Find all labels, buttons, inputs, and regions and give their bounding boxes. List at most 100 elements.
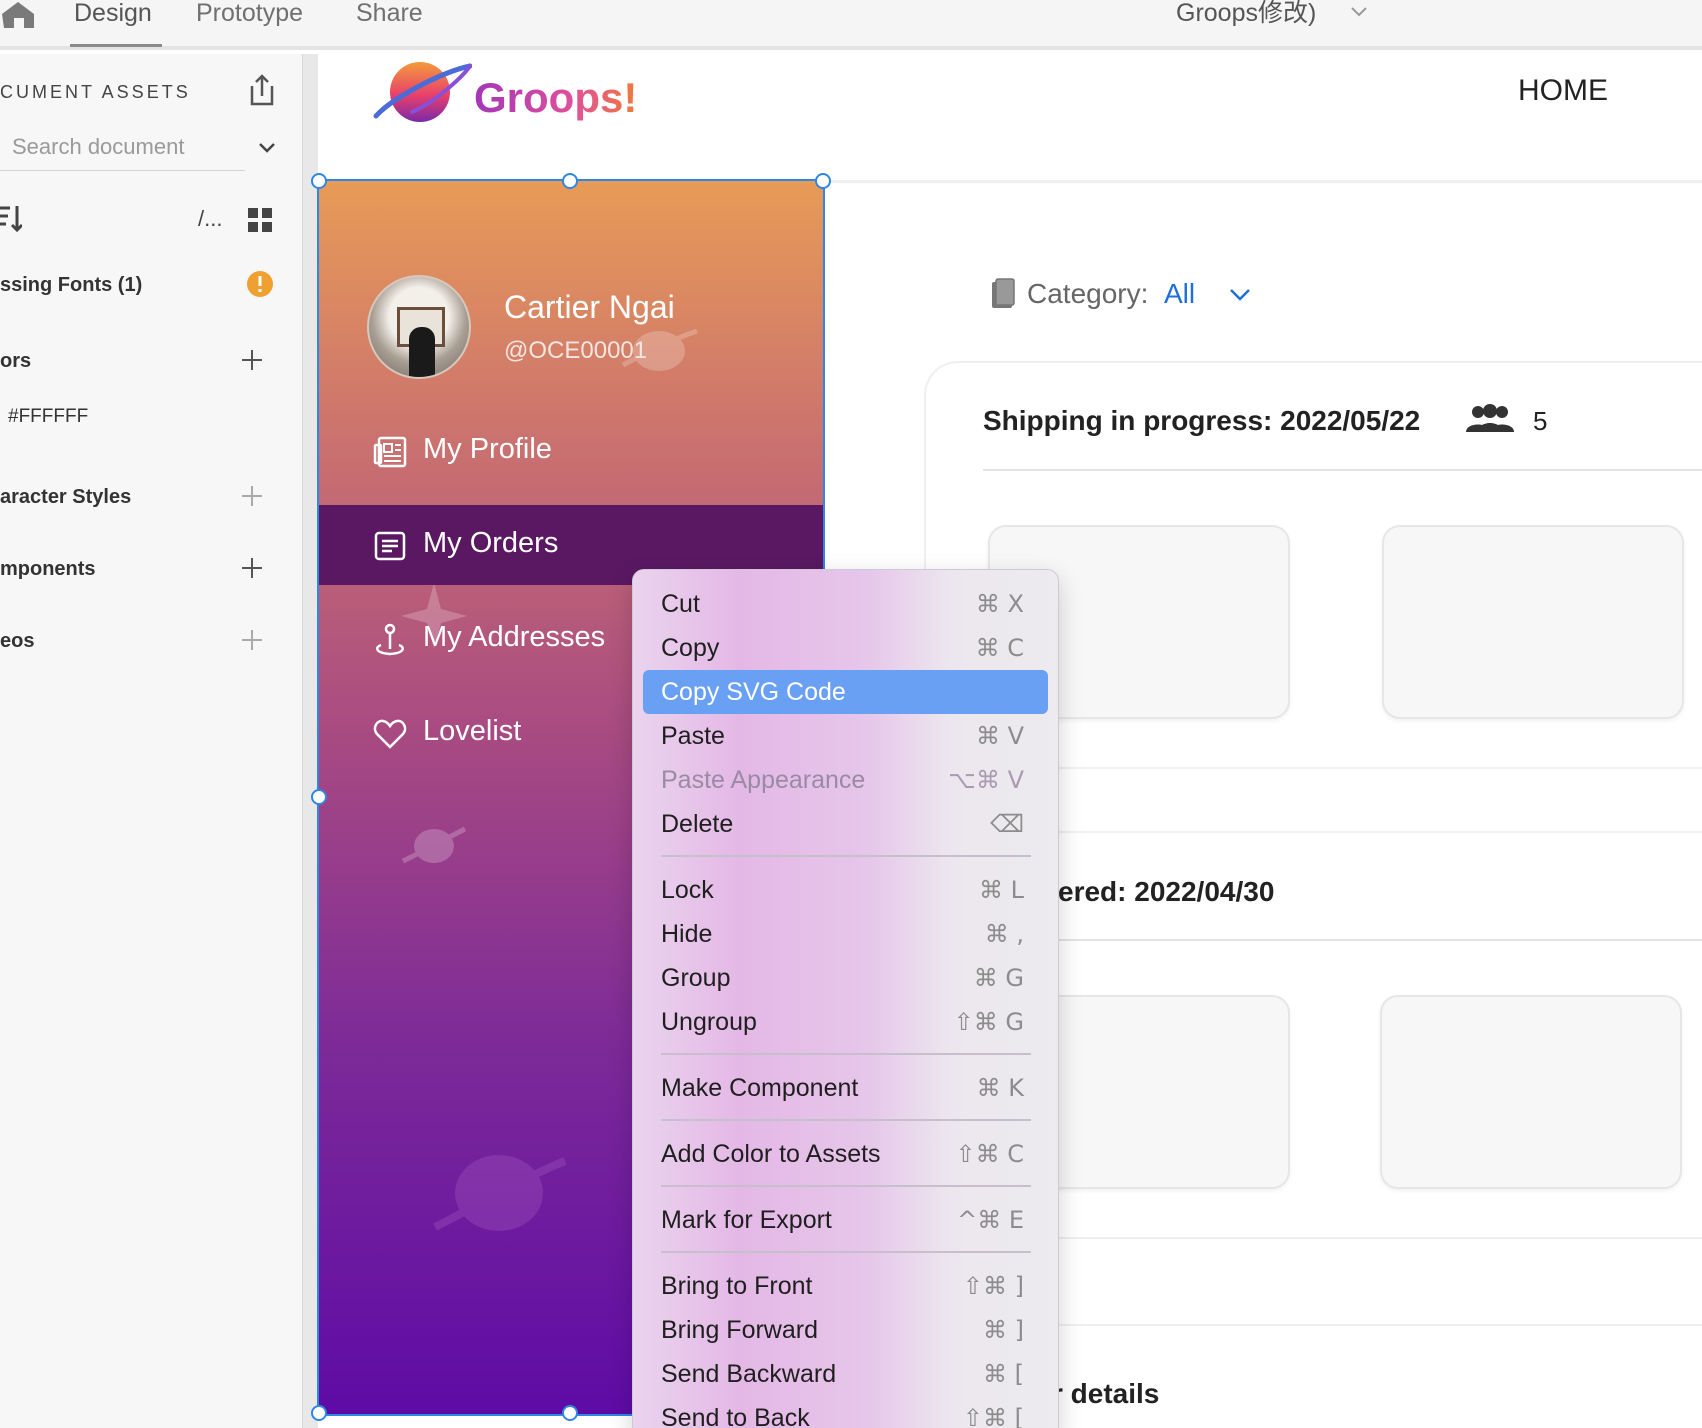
tab-design[interactable]: Design <box>74 0 152 26</box>
category-label: Category: <box>1027 278 1149 309</box>
menu-item-lock[interactable]: Lock ⌘ L <box>643 868 1048 912</box>
add-video-icon[interactable] <box>240 628 264 652</box>
profile-name: Cartier Ngai <box>504 289 675 325</box>
menu-item-label: Lock <box>661 876 714 904</box>
menu-item-cut[interactable]: Cut ⌘ X <box>643 582 1048 626</box>
chevron-down-icon[interactable] <box>1229 288 1251 302</box>
menu-item-bring-to-front[interactable]: Bring to Front ⇧⌘ ] <box>643 1264 1048 1308</box>
missing-fonts-label[interactable]: ssing Fonts (1) <box>0 274 142 297</box>
menu-item-label: Cut <box>661 590 700 618</box>
warning-icon <box>247 271 273 297</box>
planet-decoration-icon <box>433 1155 567 1231</box>
context-menu: Cut ⌘ X Copy ⌘ C Copy SVG Code Paste ⌘ V… <box>632 569 1059 1428</box>
menu-separator <box>661 1185 1031 1187</box>
panel-divider[interactable] <box>302 54 318 1428</box>
menu-shortcut: ^⌘ E <box>957 1206 1024 1234</box>
divider <box>983 469 1702 471</box>
menu-item-make-component[interactable]: Make Component ⌘ K <box>643 1066 1048 1110</box>
add-color-icon[interactable] <box>240 348 264 372</box>
menu-item-label: Mark for Export <box>661 1206 832 1234</box>
menu-item-label: Add Color to Assets <box>661 1140 881 1168</box>
color-swatch-label[interactable]: #FFFFFF <box>8 406 88 428</box>
menu-item-label: Paste Appearance <box>661 766 866 794</box>
menu-item-label: Ungroup <box>661 1008 757 1036</box>
location-pin-icon <box>376 623 404 656</box>
product-thumbnail[interactable] <box>1382 525 1684 719</box>
videos-section-label: eos <box>0 630 35 652</box>
menu-item-send-to-back[interactable]: Send to Back ⇧⌘ [ <box>643 1396 1048 1428</box>
selection-handle[interactable] <box>311 789 327 805</box>
add-character-style-icon[interactable] <box>240 484 264 508</box>
menu-item-label: Hide <box>661 920 713 948</box>
menu-item-delete[interactable]: Delete ⌫ <box>643 802 1048 846</box>
menu-item-label: Delete <box>661 810 734 838</box>
divider <box>1058 939 1702 941</box>
menu-item-mark-for-export[interactable]: Mark for Export ^⌘ E <box>643 1198 1048 1242</box>
search-input[interactable]: Search document <box>12 134 184 160</box>
active-tab-indicator <box>70 44 162 47</box>
tab-share[interactable]: Share <box>356 0 423 26</box>
document-title[interactable]: Groops修改) <box>1176 0 1316 26</box>
header-divider <box>820 180 1702 183</box>
menu-item-label: Copy SVG Code <box>661 678 846 706</box>
menu-separator <box>661 1119 1031 1121</box>
book-icon <box>992 278 1015 308</box>
chevron-down-icon[interactable] <box>258 142 276 154</box>
menu-shortcut: ⌥⌘ V <box>948 766 1024 794</box>
avatar[interactable] <box>367 275 471 379</box>
export-icon[interactable] <box>248 74 276 106</box>
search-underline <box>0 170 245 171</box>
menu-separator <box>661 1251 1031 1253</box>
category-select[interactable]: All <box>1164 278 1195 310</box>
add-component-icon[interactable] <box>240 556 264 580</box>
nav-home-link[interactable]: HOME <box>1518 74 1608 108</box>
assets-panel: CUMENT ASSETS Search document /... ssing… <box>0 54 302 1428</box>
grid-view-icon[interactable] <box>248 208 272 232</box>
people-icon <box>1466 404 1514 432</box>
menu-item-bring-forward[interactable]: Bring Forward ⌘ ] <box>643 1308 1048 1352</box>
menu-item-label: Bring to Front <box>661 1272 813 1300</box>
menu-item-paste[interactable]: Paste ⌘ V <box>643 714 1048 758</box>
home-icon[interactable] <box>0 0 40 28</box>
menu-item-copy[interactable]: Copy ⌘ C <box>643 626 1048 670</box>
tab-prototype[interactable]: Prototype <box>196 0 303 26</box>
selection-handle[interactable] <box>562 1405 578 1421</box>
menu-item-send-backward[interactable]: Send Backward ⌘ [ <box>643 1352 1048 1396</box>
selection-handle[interactable] <box>311 1405 327 1421</box>
menu-item-label: Paste <box>661 722 725 750</box>
menu-separator <box>661 855 1031 857</box>
product-thumbnail[interactable] <box>1380 995 1682 1189</box>
menu-shortcut: ⌘ L <box>979 876 1024 904</box>
top-toolbar: Design Prototype Share Groops修改) <box>0 0 1702 50</box>
menu-item-add-color-to-assets[interactable]: Add Color to Assets ⇧⌘ C <box>643 1132 1048 1176</box>
selection-handle[interactable] <box>311 173 327 189</box>
menu-item-ungroup[interactable]: Ungroup ⇧⌘ G <box>643 1000 1048 1044</box>
menu-item-paste-appearance: Paste Appearance ⌥⌘ V <box>643 758 1048 802</box>
menu-shortcut: ⇧⌘ ] <box>962 1272 1024 1300</box>
menu-item-label: Send Backward <box>661 1360 837 1388</box>
sort-icon[interactable] <box>0 204 22 234</box>
menu-shortcut: ⌘ C <box>975 634 1024 662</box>
menu-shortcut: ⇧⌘ G <box>953 1008 1024 1036</box>
path-label[interactable]: /... <box>198 206 222 232</box>
heart-icon <box>373 719 407 749</box>
menu-separator <box>661 1053 1031 1055</box>
selection-handle[interactable] <box>815 173 831 189</box>
order-details-link[interactable]: r details <box>1052 1378 1159 1410</box>
menu-shortcut: ⌘ V <box>975 722 1024 750</box>
menu-shortcut: ⌘ X <box>975 590 1024 618</box>
menu-item-label: Make Component <box>661 1074 859 1102</box>
profile-card-icon <box>373 436 407 468</box>
people-count: 5 <box>1533 406 1548 436</box>
menu-item-group[interactable]: Group ⌘ G <box>643 956 1048 1000</box>
site-logo-text[interactable]: Groops! <box>474 74 637 122</box>
menu-item-hide[interactable]: Hide ⌘ , <box>643 912 1048 956</box>
chevron-down-icon[interactable] <box>1350 6 1368 18</box>
menu-shortcut: ⌘ , <box>984 920 1024 948</box>
orders-list-icon <box>374 531 406 561</box>
menu-item-copy-svg-code[interactable]: Copy SVG Code <box>643 670 1048 714</box>
sidebar-item-my-profile[interactable]: My Profile <box>319 411 823 491</box>
selection-handle[interactable] <box>562 173 578 189</box>
menu-item-label: Bring Forward <box>661 1316 818 1344</box>
menu-item-label: Group <box>661 964 731 992</box>
